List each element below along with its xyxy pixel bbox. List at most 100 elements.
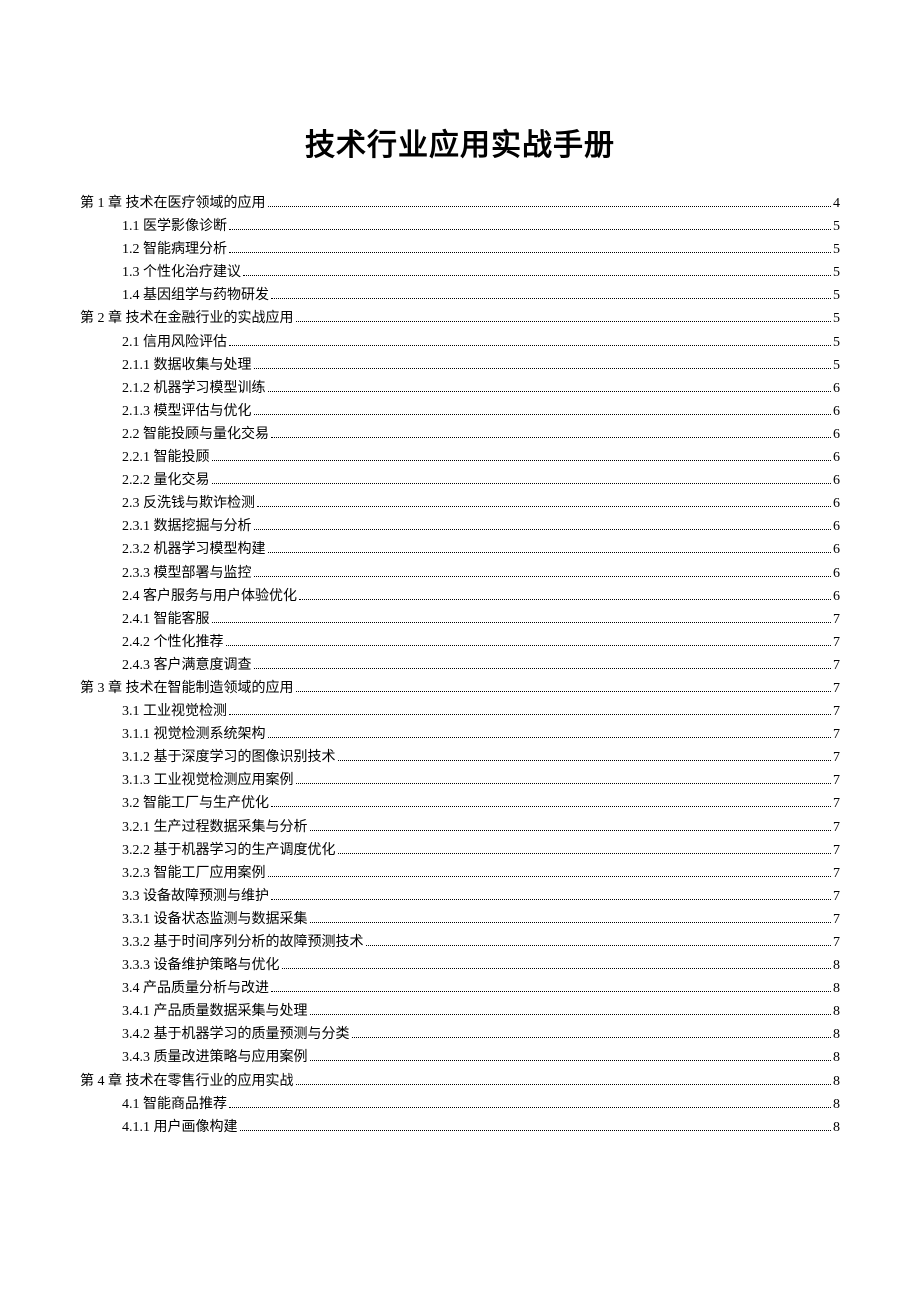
toc-leader-dots bbox=[268, 876, 832, 877]
toc-entry[interactable]: 2.4.2 个性化推荐7 bbox=[80, 631, 840, 654]
toc-entry-label: 1.4 基因组学与药物研发 bbox=[122, 284, 269, 307]
toc-leader-dots bbox=[254, 414, 832, 415]
toc-entry[interactable]: 2.4.3 客户满意度调查 7 bbox=[80, 654, 840, 677]
toc-entry-label: 2.4.3 客户满意度调查 bbox=[122, 654, 252, 677]
toc-entry[interactable]: 3.3.1 设备状态监测与数据采集 7 bbox=[80, 908, 840, 931]
toc-leader-dots bbox=[296, 783, 832, 784]
toc-entry-page: 6 bbox=[833, 562, 840, 585]
toc-entry-page: 7 bbox=[833, 908, 840, 931]
toc-entry-label: 2.3.1 数据挖掘与分析 bbox=[122, 515, 252, 538]
toc-entry-page: 7 bbox=[833, 746, 840, 769]
toc-entry-page: 6 bbox=[833, 400, 840, 423]
toc-entry-label: 2.4.1 智能客服 bbox=[122, 608, 210, 631]
toc-entry[interactable]: 2.1 信用风险评估 5 bbox=[80, 331, 840, 354]
toc-entry[interactable]: 2.1.1 数据收集与处理 5 bbox=[80, 354, 840, 377]
toc-entry-label: 2.1 信用风险评估 bbox=[122, 331, 227, 354]
toc-entry[interactable]: 3.3 设备故障预测与维护7 bbox=[80, 885, 840, 908]
toc-entry[interactable]: 3.4.3 质量改进策略与应用案例8 bbox=[80, 1046, 840, 1069]
toc-entry-label: 3.1.1 视觉检测系统架构 bbox=[122, 723, 266, 746]
toc-entry-page: 8 bbox=[833, 1070, 840, 1093]
toc-entry-page: 7 bbox=[833, 792, 840, 815]
toc-entry-label: 2.4 客户服务与用户体验优化 bbox=[122, 585, 297, 608]
toc-entry[interactable]: 2.2 智能投顾与量化交易6 bbox=[80, 423, 840, 446]
toc-entry[interactable]: 3.2.2 基于机器学习的生产调度优化7 bbox=[80, 839, 840, 862]
toc-entry-label: 3.1.3 工业视觉检测应用案例 bbox=[122, 769, 294, 792]
toc-entry-page: 6 bbox=[833, 585, 840, 608]
toc-leader-dots bbox=[282, 968, 832, 969]
toc-entry[interactable]: 2.2.1 智能投顾 6 bbox=[80, 446, 840, 469]
toc-leader-dots bbox=[268, 391, 832, 392]
toc-entry-label: 3.3 设备故障预测与维护 bbox=[122, 885, 269, 908]
toc-entry-page: 7 bbox=[833, 631, 840, 654]
toc-entry-page: 7 bbox=[833, 654, 840, 677]
toc-entry-page: 7 bbox=[833, 816, 840, 839]
toc-entry-label: 4.1.1 用户画像构建 bbox=[122, 1116, 238, 1139]
toc-entry[interactable]: 2.3.3 模型部署与监控6 bbox=[80, 562, 840, 585]
toc-entry[interactable]: 3.1.1 视觉检测系统架构7 bbox=[80, 723, 840, 746]
toc-entry[interactable]: 第 2 章 技术在金融行业的实战应用5 bbox=[80, 307, 840, 330]
toc-entry-label: 2.3 反洗钱与欺诈检测 bbox=[122, 492, 255, 515]
toc-entry[interactable]: 1.3 个性化治疗建议5 bbox=[80, 261, 840, 284]
toc-entry-label: 1.1 医学影像诊断 bbox=[122, 215, 227, 238]
toc-entry-label: 2.1.1 数据收集与处理 bbox=[122, 354, 252, 377]
toc-entry-label: 2.2.1 智能投顾 bbox=[122, 446, 210, 469]
toc-leader-dots bbox=[310, 830, 832, 831]
toc-entry-label: 3.3.1 设备状态监测与数据采集 bbox=[122, 908, 308, 931]
toc-entry-label: 2.2 智能投顾与量化交易 bbox=[122, 423, 269, 446]
toc-entry[interactable]: 2.2.2 量化交易6 bbox=[80, 469, 840, 492]
toc-entry-label: 2.1.3 模型评估与优化 bbox=[122, 400, 252, 423]
toc-entry[interactable]: 第 3 章 技术在智能制造领域的应用7 bbox=[80, 677, 840, 700]
toc-entry[interactable]: 3.4 产品质量分析与改进8 bbox=[80, 977, 840, 1000]
toc-entry[interactable]: 3.1.2 基于深度学习的图像识别技术 7 bbox=[80, 746, 840, 769]
toc-entry[interactable]: 2.1.2 机器学习模型训练6 bbox=[80, 377, 840, 400]
toc-entry-label: 3.4.1 产品质量数据采集与处理 bbox=[122, 1000, 308, 1023]
toc-entry[interactable]: 3.2.3 智能工厂应用案例7 bbox=[80, 862, 840, 885]
toc-entry[interactable]: 4.1.1 用户画像构建8 bbox=[80, 1116, 840, 1139]
toc-leader-dots bbox=[229, 345, 831, 346]
toc-leader-dots bbox=[296, 691, 832, 692]
toc-entry[interactable]: 3.2 智能工厂与生产优化 7 bbox=[80, 792, 840, 815]
toc-entry[interactable]: 3.3.3 设备维护策略与优化8 bbox=[80, 954, 840, 977]
toc-entry-label: 3.4.3 质量改进策略与应用案例 bbox=[122, 1046, 308, 1069]
toc-entry-label: 4.1 智能商品推荐 bbox=[122, 1093, 227, 1116]
toc-entry-page: 6 bbox=[833, 377, 840, 400]
toc-entry-page: 8 bbox=[833, 1000, 840, 1023]
toc-entry[interactable]: 3.2.1 生产过程数据采集与分析7 bbox=[80, 816, 840, 839]
toc-entry-page: 5 bbox=[833, 261, 840, 284]
toc-entry-label: 3.1.2 基于深度学习的图像识别技术 bbox=[122, 746, 336, 769]
toc-entry[interactable]: 3.4.1 产品质量数据采集与处理 8 bbox=[80, 1000, 840, 1023]
toc-entry-page: 4 bbox=[833, 192, 840, 215]
toc-entry-label: 第 2 章 技术在金融行业的实战应用 bbox=[80, 307, 294, 330]
toc-entry[interactable]: 3.1.3 工业视觉检测应用案例7 bbox=[80, 769, 840, 792]
toc-entry-label: 3.2 智能工厂与生产优化 bbox=[122, 792, 269, 815]
toc-entry[interactable]: 2.3.1 数据挖掘与分析6 bbox=[80, 515, 840, 538]
toc-entry[interactable]: 2.1.3 模型评估与优化 6 bbox=[80, 400, 840, 423]
toc-entry[interactable]: 第 1 章 技术在医疗领域的应用4 bbox=[80, 192, 840, 215]
toc-entry[interactable]: 2.3.2 机器学习模型构建6 bbox=[80, 538, 840, 561]
toc-entry-page: 6 bbox=[833, 538, 840, 561]
toc-entry-page: 5 bbox=[833, 354, 840, 377]
toc-leader-dots bbox=[338, 760, 832, 761]
toc-entry[interactable]: 1.4 基因组学与药物研发5 bbox=[80, 284, 840, 307]
toc-entry[interactable]: 1.2 智能病理分析5 bbox=[80, 238, 840, 261]
toc-entry[interactable]: 第 4 章 技术在零售行业的应用实战8 bbox=[80, 1070, 840, 1093]
toc-entry-label: 3.4.2 基于机器学习的质量预测与分类 bbox=[122, 1023, 350, 1046]
toc-entry-page: 6 bbox=[833, 446, 840, 469]
toc-entry[interactable]: 2.4 客户服务与用户体验优化 6 bbox=[80, 585, 840, 608]
toc-entry-page: 7 bbox=[833, 608, 840, 631]
toc-entry-page: 7 bbox=[833, 862, 840, 885]
toc-entry-page: 5 bbox=[833, 331, 840, 354]
toc-entry[interactable]: 4.1 智能商品推荐 8 bbox=[80, 1093, 840, 1116]
toc-entry-page: 8 bbox=[833, 1093, 840, 1116]
toc-entry-page: 7 bbox=[833, 700, 840, 723]
toc-entry[interactable]: 3.3.2 基于时间序列分析的故障预测技术7 bbox=[80, 931, 840, 954]
toc-entry[interactable]: 2.3 反洗钱与欺诈检测6 bbox=[80, 492, 840, 515]
toc-entry-page: 7 bbox=[833, 677, 840, 700]
toc-entry[interactable]: 2.4.1 智能客服 7 bbox=[80, 608, 840, 631]
toc-entry[interactable]: 3.1 工业视觉检测7 bbox=[80, 700, 840, 723]
toc-leader-dots bbox=[271, 899, 831, 900]
toc-leader-dots bbox=[243, 275, 831, 276]
toc-entry[interactable]: 3.4.2 基于机器学习的质量预测与分类8 bbox=[80, 1023, 840, 1046]
toc-leader-dots bbox=[268, 552, 832, 553]
toc-entry[interactable]: 1.1 医学影像诊断5 bbox=[80, 215, 840, 238]
